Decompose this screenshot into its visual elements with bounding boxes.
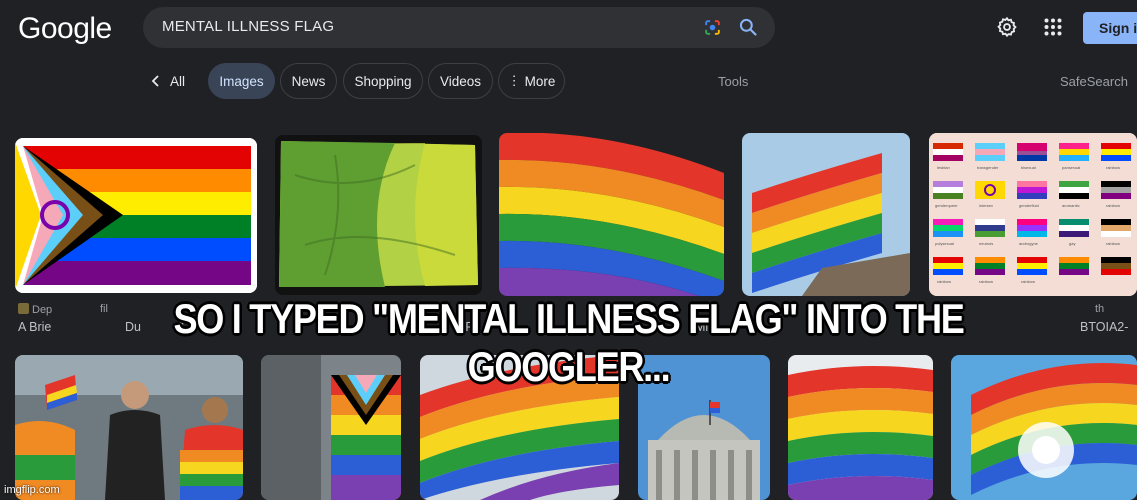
flag-label: genderqueer — [935, 203, 958, 208]
sign-in-button[interactable]: Sign in — [1083, 12, 1137, 44]
flag-label: androgyne — [1019, 241, 1039, 246]
tools-button[interactable]: Tools — [718, 74, 748, 89]
flag-label: lesbian — [937, 165, 950, 170]
tab-images[interactable]: Images — [208, 63, 275, 99]
gear-icon[interactable] — [996, 16, 1018, 38]
flag-label: aromantic — [1062, 203, 1080, 208]
result-image-progress-pride-flag[interactable] — [15, 138, 257, 293]
flag-label: polysexual — [935, 241, 954, 246]
tab-more-label: More — [524, 73, 556, 89]
google-lens-icon[interactable] — [703, 18, 722, 37]
site-favicon-icon — [18, 303, 29, 314]
flag-label: neutrois — [979, 241, 993, 246]
result-image-green-flag[interactable] — [275, 135, 482, 295]
flag-label: transgender — [977, 165, 999, 170]
green-flag-graphic — [275, 135, 482, 295]
rainbow-flag-graphic — [499, 133, 724, 296]
flag-label: intersex — [979, 203, 993, 208]
source-label: Dep — [32, 304, 53, 316]
chevron-left-icon — [151, 75, 159, 87]
more-vert-icon: ⋮ — [507, 73, 521, 88]
flag-label: gay — [1069, 241, 1075, 246]
apps-grid-icon[interactable] — [1044, 18, 1062, 36]
google-logo[interactable]: Google — [18, 12, 112, 46]
result-source[interactable]: Dep — [18, 303, 68, 316]
meme-caption: SO I TYPED "MENTAL ILLNESS FLAG" INTO TH… — [173, 294, 966, 391]
pride-flags-chart-graphic: lesbian transgender bisexual pansexual r… — [929, 133, 1137, 296]
flag-label: rainbow — [1106, 241, 1120, 246]
tab-all-label: All — [170, 73, 186, 89]
flag-label: bisexual — [1021, 165, 1036, 170]
result-image-rainbow-flag[interactable] — [499, 133, 724, 296]
search-icon[interactable] — [738, 17, 758, 37]
flag-label: pansexual — [1062, 165, 1080, 170]
flag-label: rainbow — [1106, 203, 1120, 208]
search-box[interactable]: MENTAL ILLNESS FLAG — [143, 7, 775, 48]
result-caption[interactable]: A Brie — [18, 320, 78, 334]
flag-label: rainbow — [1021, 279, 1035, 284]
progress-pride-flag-graphic — [15, 138, 257, 293]
tab-videos[interactable]: Videos — [428, 63, 493, 99]
result-caption[interactable]: BTOIA2- — [1080, 320, 1137, 334]
tab-shopping[interactable]: Shopping — [343, 63, 423, 99]
safesearch-button[interactable]: SafeSearch — [1060, 74, 1128, 89]
flag-label: rainbow — [937, 279, 951, 284]
result-source[interactable]: th — [1095, 303, 1125, 315]
flag-label: rainbow — [979, 279, 993, 284]
tab-news[interactable]: News — [280, 63, 337, 99]
result-image-pride-flags-chart[interactable]: lesbian transgender bisexual pansexual r… — [929, 133, 1137, 296]
search-input[interactable]: MENTAL ILLNESS FLAG — [162, 18, 334, 35]
imgflip-watermark: imgflip.com — [4, 484, 60, 496]
flag-label: rainbow — [1106, 165, 1120, 170]
tab-all[interactable]: All — [150, 63, 185, 99]
flag-label: genderfluid — [1019, 203, 1039, 208]
result-image-rainbow-flag-sky[interactable] — [742, 133, 910, 296]
rainbow-flag-sky-graphic — [742, 133, 910, 296]
tab-more[interactable]: ⋮ More — [498, 63, 565, 99]
